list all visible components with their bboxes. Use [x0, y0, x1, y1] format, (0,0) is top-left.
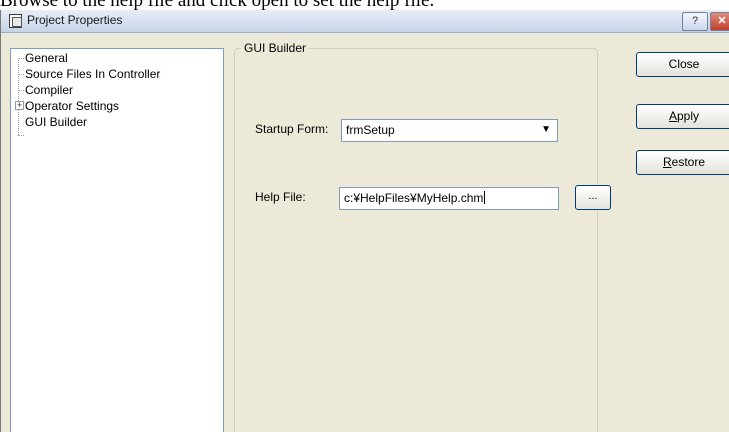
browse-button[interactable]: ... — [575, 185, 611, 210]
close-button[interactable]: Close — [636, 52, 729, 77]
text-caret — [484, 191, 486, 204]
settings-tree[interactable]: + General Source Files In Controller Com… — [10, 48, 224, 432]
help-icon[interactable]: ? — [682, 12, 708, 31]
help-file-label: Help File: — [255, 190, 306, 204]
restore-label: estore — [671, 155, 706, 169]
window-title: Project Properties — [27, 13, 123, 27]
gui-builder-groupbox — [234, 48, 598, 432]
tree-item-operator-settings[interactable]: Operator Settings — [25, 99, 119, 113]
restore-mnemonic: R — [662, 155, 672, 169]
tree-item-gui-builder[interactable]: GUI Builder — [25, 115, 87, 129]
tree-item-compiler[interactable]: Compiler — [25, 83, 73, 97]
tree-item-source-files[interactable]: Source Files In Controller — [25, 67, 160, 81]
apply-label: pply — [677, 109, 700, 123]
apply-button[interactable]: Apply — [636, 104, 729, 129]
title-bar: Project Properties ? ✕ — [1, 10, 729, 33]
close-window-icon[interactable]: ✕ — [710, 12, 729, 31]
help-file-input[interactable]: c:¥HelpFiles¥MyHelp.chm — [339, 187, 559, 210]
help-file-value: c:¥HelpFiles¥MyHelp.chm — [344, 191, 486, 205]
expand-icon[interactable]: + — [15, 101, 24, 110]
startup-form-value: frmSetup — [346, 123, 395, 137]
startup-form-dropdown[interactable]: frmSetup ▼ — [341, 119, 558, 142]
project-properties-dialog: Project Properties ? ✕ + General Source … — [0, 10, 729, 432]
group-title: GUI Builder — [241, 41, 310, 55]
chevron-down-icon[interactable]: ▼ — [541, 124, 551, 135]
restore-button[interactable]: Restore — [636, 150, 729, 175]
properties-window-icon — [9, 14, 22, 28]
apply-mnemonic: A — [668, 109, 677, 123]
startup-form-label: Startup Form: — [255, 122, 329, 136]
tree-item-general[interactable]: General — [25, 51, 68, 65]
